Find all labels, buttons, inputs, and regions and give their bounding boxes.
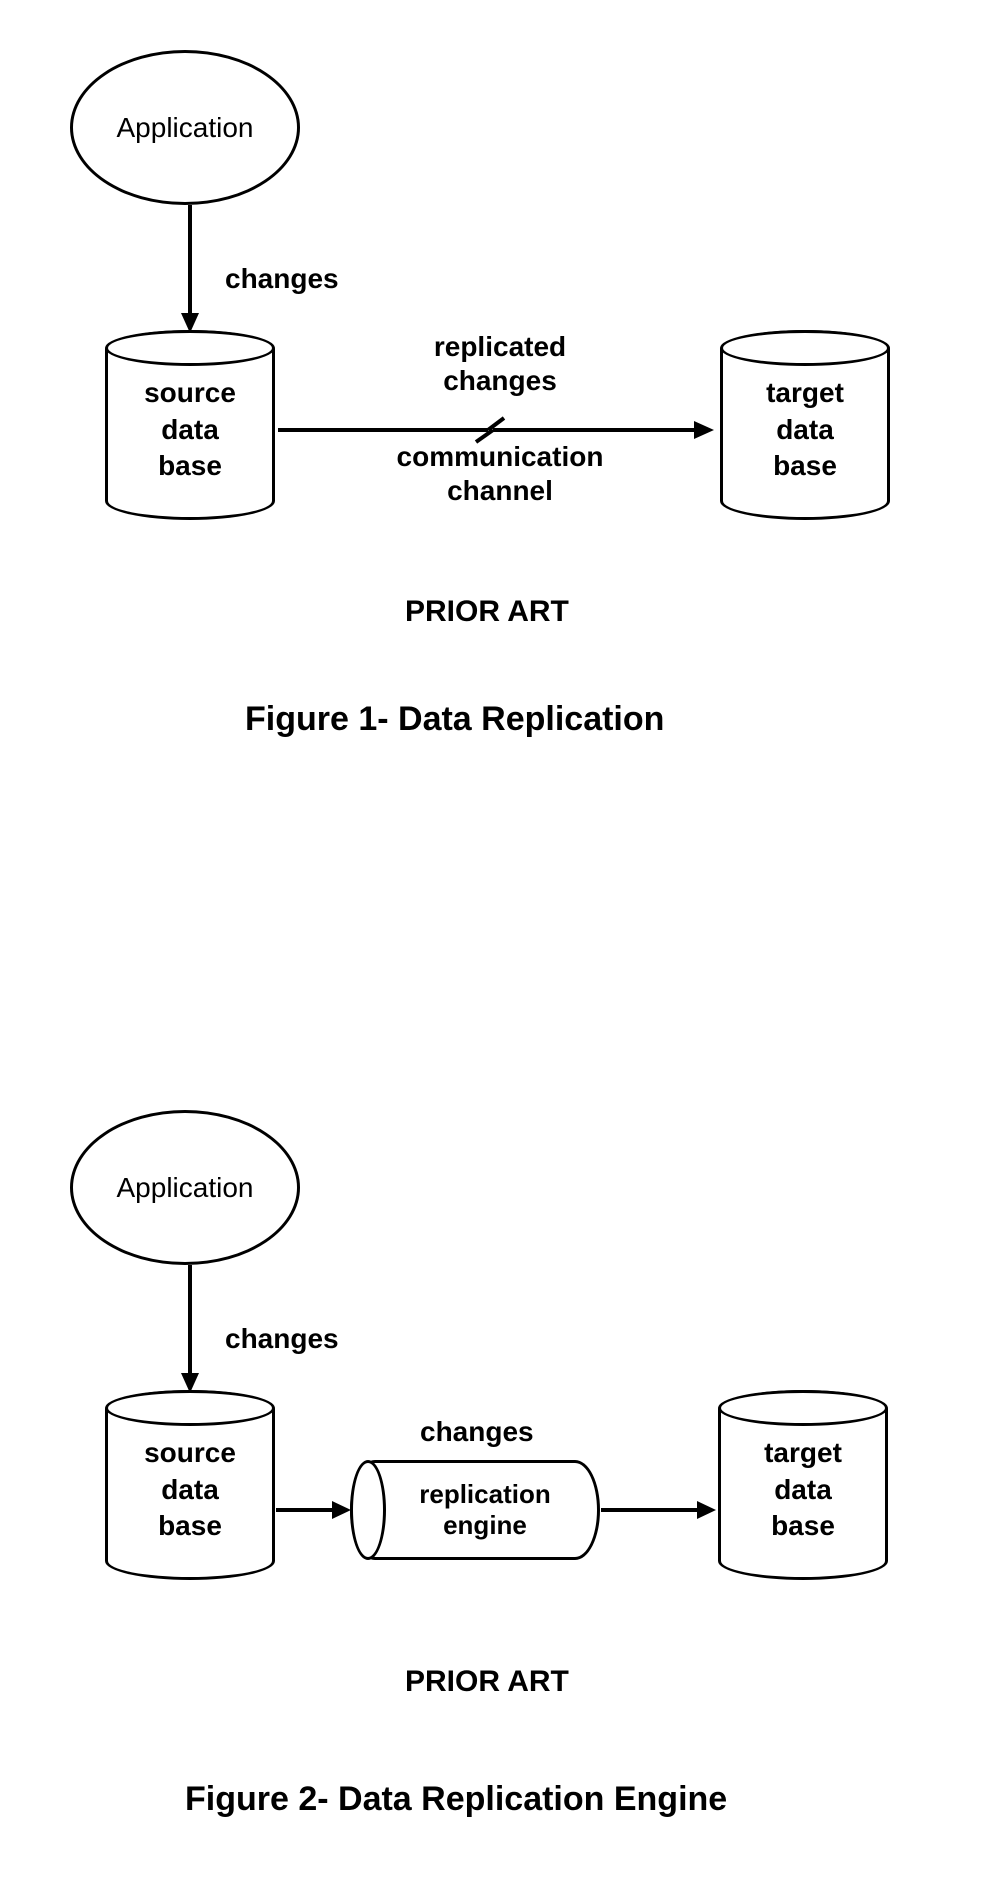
figure-2: Application changes sourcedatabase chang… (0, 940, 985, 1895)
target-db-text: targetdatabase (766, 375, 844, 484)
replication-engine-text: replicationengine (419, 1479, 550, 1541)
application-label: Application (117, 112, 254, 144)
replication-engine: replicationengine (350, 1460, 600, 1560)
changes-label: changes (225, 262, 339, 296)
target-database: targetdatabase (720, 330, 890, 520)
target-database-2: targetdatabase (718, 1390, 888, 1580)
figure-1: Application changes sourcedatabase repli… (0, 0, 985, 940)
changes-arrow (175, 205, 205, 335)
source-database-2: sourcedatabase (105, 1390, 275, 1580)
figure-1-title: Figure 1- Data Replication (245, 700, 664, 739)
source-db-text-2: sourcedatabase (144, 1435, 236, 1544)
changes-label-2: changes (225, 1322, 339, 1356)
changes-label-engine: changes (420, 1415, 534, 1449)
target-db-text-2: targetdatabase (764, 1435, 842, 1544)
figure-2-title: Figure 2- Data Replication Engine (185, 1780, 727, 1819)
src-to-engine-arrow (276, 1495, 356, 1525)
application-ellipse-2: Application (70, 1110, 300, 1265)
changes-arrow-2 (175, 1265, 205, 1395)
application-ellipse: Application (70, 50, 300, 205)
prior-art-label: PRIOR ART (405, 595, 569, 629)
prior-art-label-2: PRIOR ART (405, 1665, 569, 1699)
comm-channel-label: communicationchannel (370, 440, 630, 507)
replicated-changes-label: replicatedchanges (395, 330, 605, 397)
source-db-text: sourcedatabase (144, 375, 236, 484)
source-database: sourcedatabase (105, 330, 275, 520)
application-label-2: Application (117, 1172, 254, 1204)
engine-to-target-arrow (601, 1495, 721, 1525)
